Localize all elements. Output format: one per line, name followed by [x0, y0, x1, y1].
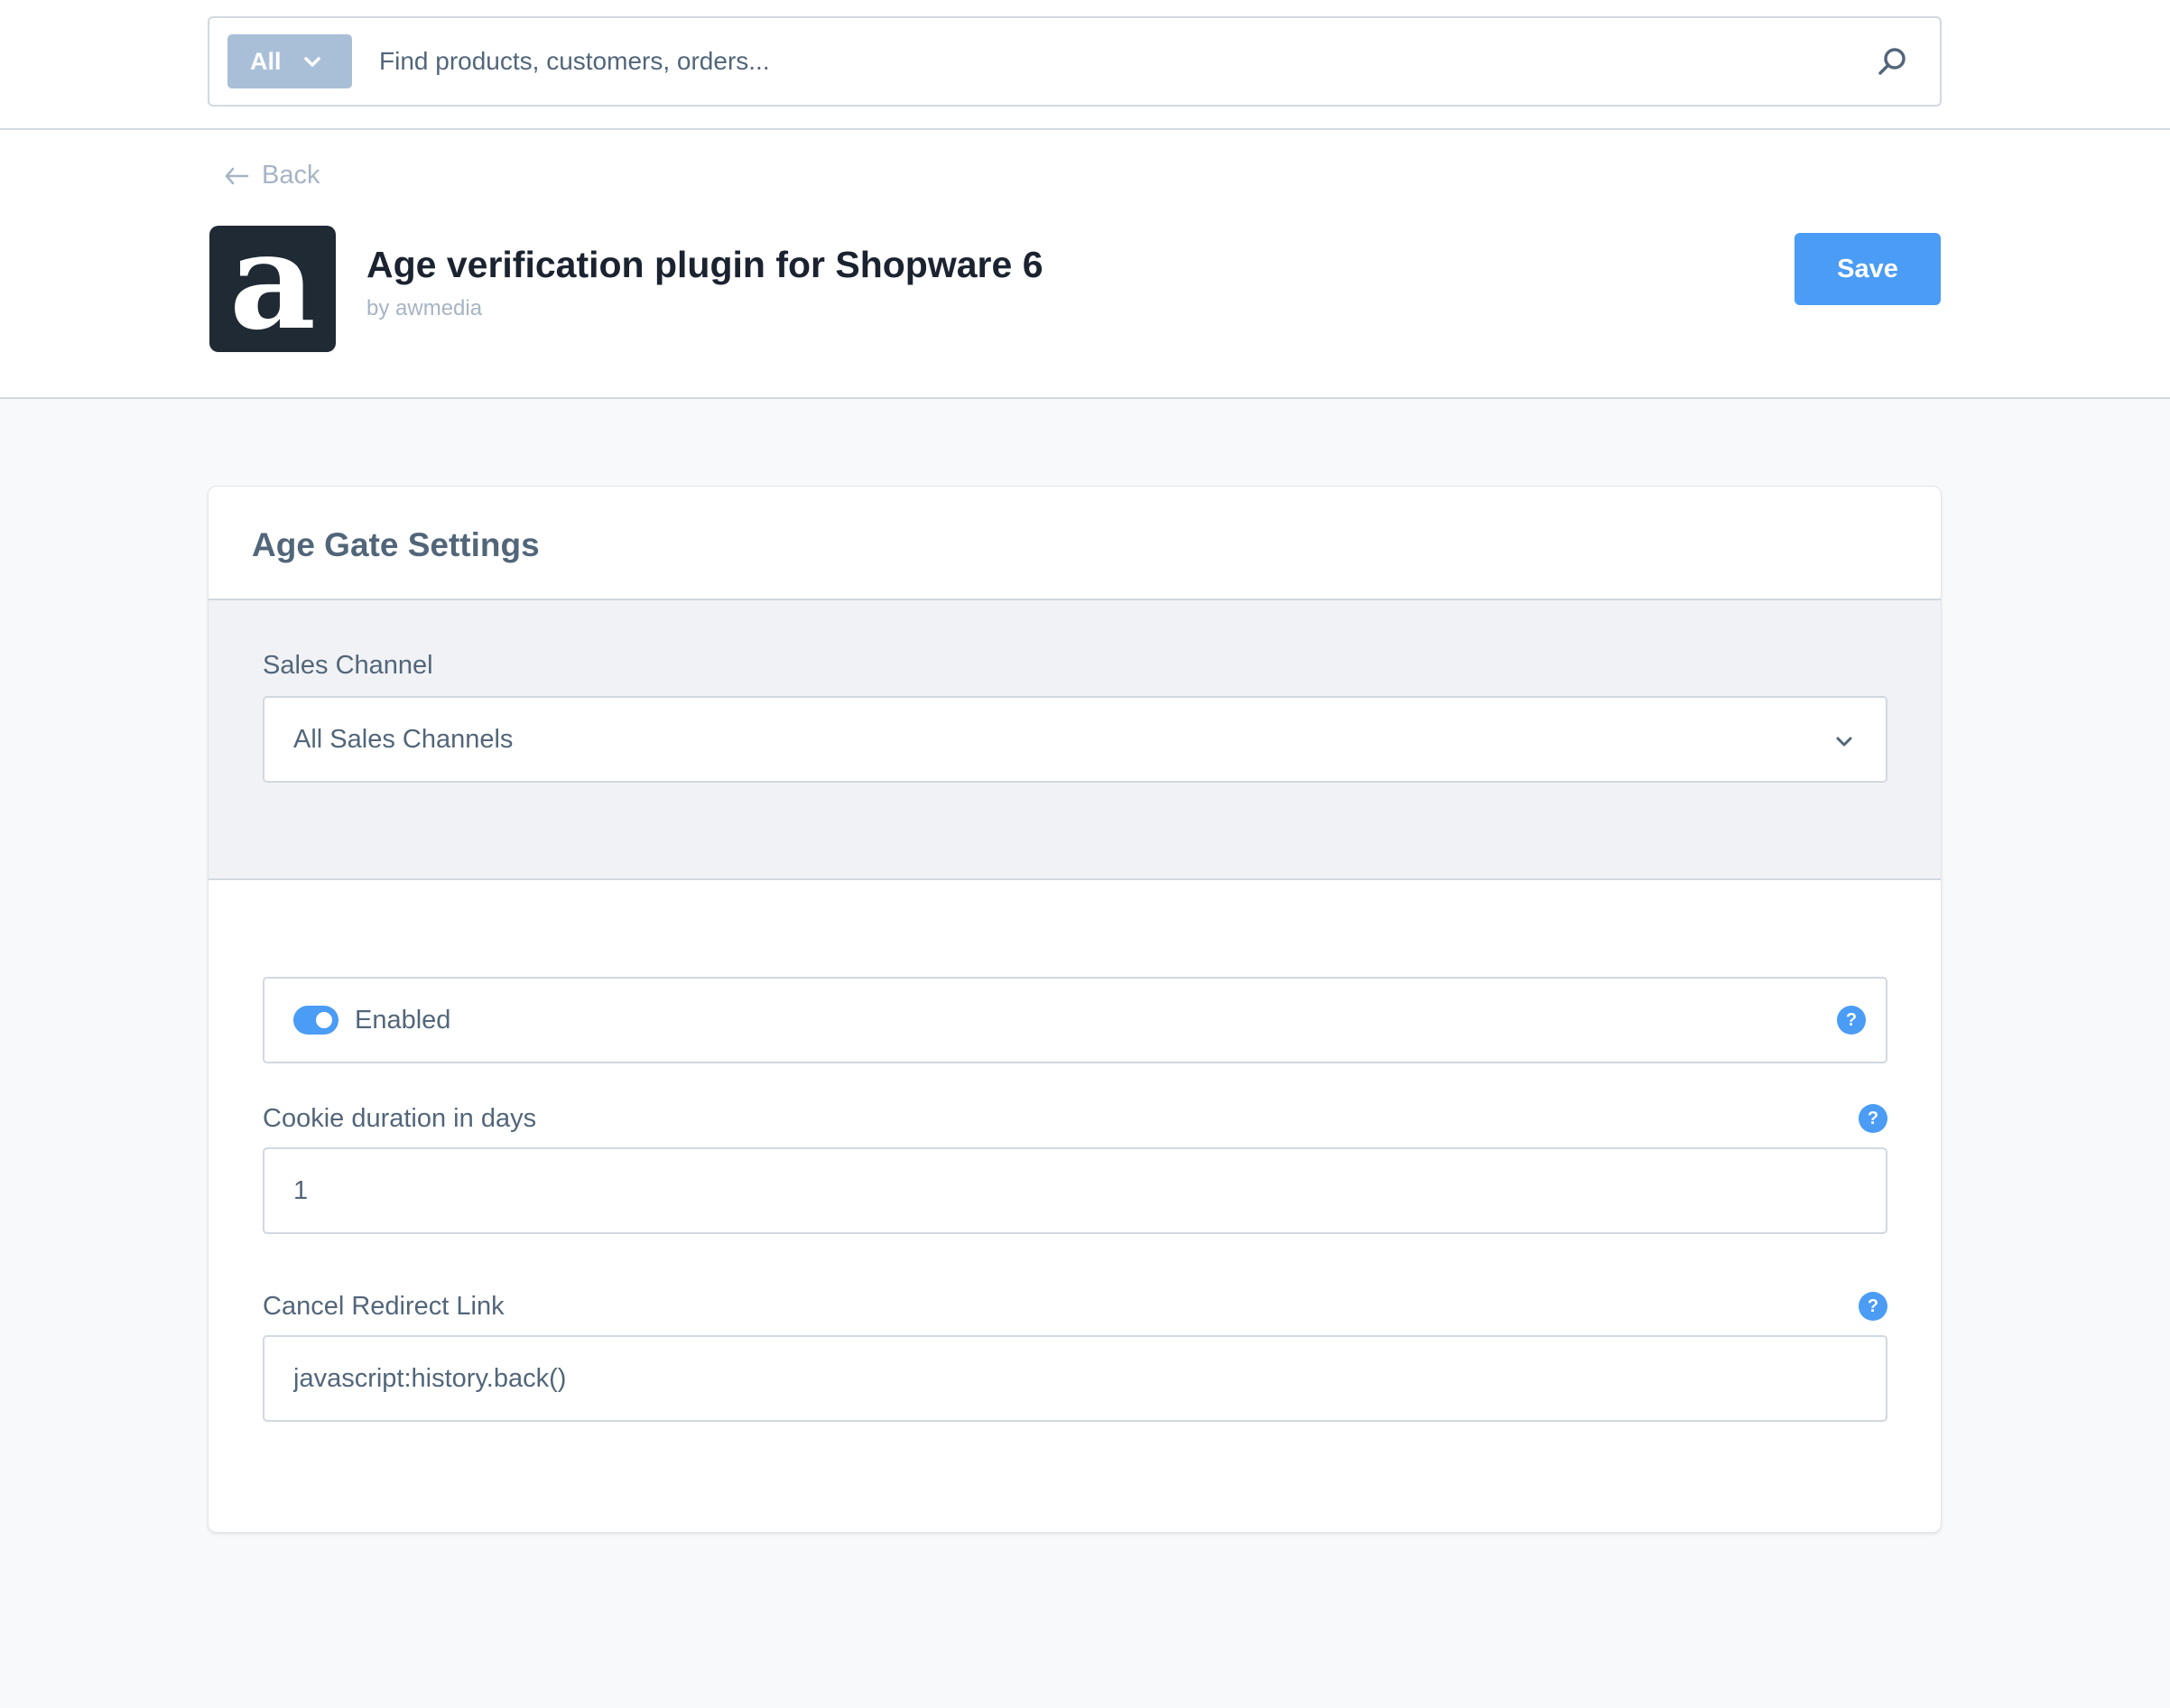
plugin-logo: a — [209, 214, 336, 352]
global-search-bar: All — [0, 0, 2170, 130]
search-type-dropdown[interactable]: All — [227, 34, 352, 88]
help-icon[interactable]: ? — [1837, 1006, 1866, 1035]
sales-channel-section: Sales Channel All Sales Channels — [209, 599, 1941, 880]
toggle-knob — [316, 1012, 332, 1028]
enabled-label: Enabled — [355, 1006, 451, 1035]
sales-channel-label: Sales Channel — [263, 651, 433, 680]
cookie-duration-label: Cookie duration in days — [263, 1104, 537, 1133]
back-link[interactable]: Back — [224, 161, 320, 190]
search-box: All — [208, 16, 1942, 107]
cancel-redirect-label: Cancel Redirect Link — [263, 1292, 505, 1321]
search-icon[interactable] — [1875, 45, 1909, 79]
enabled-setting: Enabled ? — [263, 977, 1887, 1063]
cancel-redirect-input[interactable] — [263, 1335, 1887, 1422]
search-type-label: All — [250, 47, 282, 75]
back-label: Back — [262, 161, 320, 190]
cookie-duration-input[interactable] — [263, 1147, 1887, 1234]
chevron-down-icon — [1836, 737, 1852, 747]
help-icon[interactable]: ? — [1859, 1292, 1887, 1321]
sales-channel-select[interactable]: All Sales Channels — [263, 696, 1887, 783]
settings-card: Age Gate Settings Sales Channel All Sale… — [208, 486, 1942, 1533]
chevron-down-icon — [303, 57, 320, 67]
sales-channel-value: All Sales Channels — [293, 724, 514, 754]
enabled-toggle[interactable] — [293, 1006, 338, 1035]
help-icon[interactable]: ? — [1859, 1104, 1887, 1133]
plugin-author: by awmedia — [366, 296, 483, 320]
search-input[interactable] — [379, 34, 1823, 88]
page-title: Age verification plugin for Shopware 6 — [366, 244, 1043, 285]
logo-letter: a — [229, 202, 316, 359]
card-title: Age Gate Settings — [252, 526, 540, 563]
save-button[interactable]: Save — [1794, 233, 1941, 305]
arrow-left-icon — [225, 167, 249, 184]
page-header: Back a Age verification plugin for Shopw… — [0, 130, 2170, 399]
